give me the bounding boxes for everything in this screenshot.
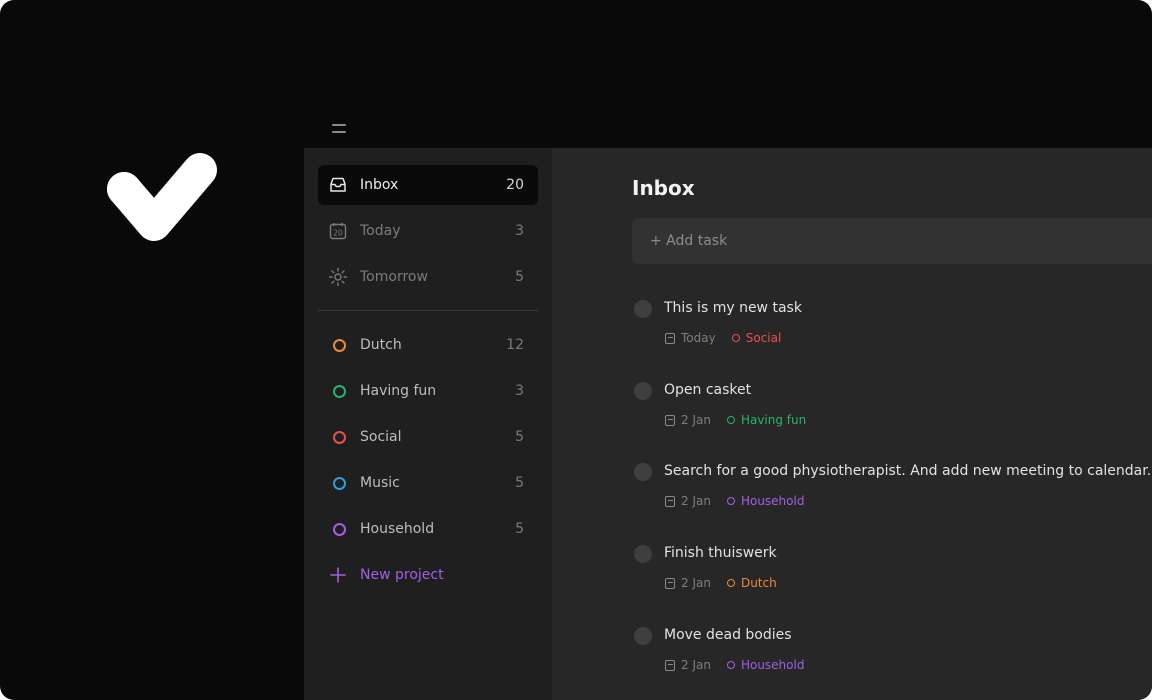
project-color-icon xyxy=(333,431,346,444)
project-tag-icon xyxy=(726,661,735,669)
task-project-tag[interactable]: Having fun xyxy=(741,413,806,427)
project-label: Social xyxy=(360,429,402,445)
task-checkbox[interactable] xyxy=(634,300,652,318)
sidebar: Inbox 20 20 Today 3 Tomorrow 5 Dutch 12 … xyxy=(304,148,552,700)
task-title[interactable]: Open casket xyxy=(664,382,751,398)
project-tag-icon xyxy=(726,579,735,587)
sidebar-project-music[interactable]: Music 5 xyxy=(318,463,538,503)
page-title: Inbox xyxy=(632,176,695,200)
task-project-tag[interactable]: Household xyxy=(741,658,805,672)
task-date: Today xyxy=(681,331,716,345)
project-label: Household xyxy=(360,521,435,537)
new-project-label: New project xyxy=(360,567,444,583)
project-label: Dutch xyxy=(360,337,402,353)
menu-toggle-button[interactable] xyxy=(326,118,352,140)
project-count: 3 xyxy=(515,383,524,399)
sidebar-project-social[interactable]: Social 5 xyxy=(318,417,538,457)
task-item: Finish thuiswerk 2 Jan Dutch xyxy=(632,545,1152,605)
task-item: Open casket 2 Jan Having fun xyxy=(632,382,1152,442)
task-title[interactable]: This is my new task xyxy=(664,300,802,316)
main-content: Inbox This is my new task Today Social O… xyxy=(552,148,1152,700)
app-frame: Inbox 20 20 Today 3 Tomorrow 5 Dutch 12 … xyxy=(0,0,1152,700)
task-item: Search for a good physiotherapist. And a… xyxy=(632,463,1152,523)
task-meta: 2 Jan Household xyxy=(665,494,804,508)
sidebar-item-count: 20 xyxy=(506,177,524,193)
task-meta: 2 Jan Dutch xyxy=(665,576,777,590)
sidebar-item-today[interactable]: 20 Today 3 xyxy=(318,211,538,251)
project-label: Music xyxy=(360,475,400,491)
calendar-today-icon: 20 xyxy=(329,223,347,240)
add-task-input[interactable] xyxy=(632,218,1152,264)
task-item: Move dead bodies 2 Jan Household xyxy=(632,627,1152,687)
sidebar-item-inbox[interactable]: Inbox 20 xyxy=(318,165,538,205)
task-meta: 2 Jan Having fun xyxy=(665,413,806,427)
project-count: 5 xyxy=(515,475,524,491)
task-checkbox[interactable] xyxy=(634,382,652,400)
task-project-tag[interactable]: Social xyxy=(746,331,782,345)
sun-icon xyxy=(328,267,348,287)
sidebar-item-tomorrow[interactable]: Tomorrow 5 xyxy=(318,257,538,297)
calendar-day-number: 20 xyxy=(333,229,343,238)
plus-icon xyxy=(330,567,346,583)
task-project-tag[interactable]: Dutch xyxy=(741,576,777,590)
project-color-icon xyxy=(333,523,346,536)
project-tag-icon xyxy=(726,497,735,505)
task-meta: 2 Jan Household xyxy=(665,658,804,672)
menu-icon xyxy=(332,124,346,126)
task-title[interactable]: Search for a good physiotherapist. And a… xyxy=(664,463,1151,479)
calendar-icon xyxy=(665,495,675,507)
calendar-icon xyxy=(665,332,675,344)
task-checkbox[interactable] xyxy=(634,463,652,481)
project-tag-icon xyxy=(726,416,735,424)
task-date: 2 Jan xyxy=(681,413,711,427)
calendar-icon xyxy=(665,577,675,589)
task-date: 2 Jan xyxy=(681,658,711,672)
project-count: 12 xyxy=(506,337,524,353)
sidebar-project-dutch[interactable]: Dutch 12 xyxy=(318,325,538,365)
sidebar-divider xyxy=(318,310,538,311)
task-checkbox[interactable] xyxy=(634,627,652,645)
project-label: Having fun xyxy=(360,383,437,399)
app-logo-icon xyxy=(107,153,217,241)
sidebar-project-having-fun[interactable]: Having fun 3 xyxy=(318,371,538,411)
task-title[interactable]: Finish thuiswerk xyxy=(664,545,777,561)
task-title[interactable]: Move dead bodies xyxy=(664,627,792,643)
sidebar-item-label: Today xyxy=(360,223,401,239)
task-meta: Today Social xyxy=(665,331,781,345)
project-count: 5 xyxy=(515,521,524,537)
sidebar-item-count: 3 xyxy=(515,223,524,239)
inbox-icon xyxy=(330,177,346,192)
task-checkbox[interactable] xyxy=(634,545,652,563)
sidebar-item-count: 5 xyxy=(515,269,524,285)
sidebar-project-household[interactable]: Household 5 xyxy=(318,509,538,549)
menu-icon-line xyxy=(332,131,346,133)
sidebar-item-label: Tomorrow xyxy=(360,269,428,285)
task-date: 2 Jan xyxy=(681,576,711,590)
project-color-icon xyxy=(333,477,346,490)
add-task-field[interactable] xyxy=(632,218,1152,264)
project-tag-icon xyxy=(731,334,740,342)
project-color-icon xyxy=(333,339,346,352)
task-project-tag[interactable]: Household xyxy=(741,494,805,508)
task-date: 2 Jan xyxy=(681,494,711,508)
calendar-icon xyxy=(665,414,675,426)
task-item: This is my new task Today Social xyxy=(632,300,1152,360)
new-project-button[interactable]: New project xyxy=(318,555,538,595)
sidebar-item-label: Inbox xyxy=(360,177,399,193)
project-count: 5 xyxy=(515,429,524,445)
project-color-icon xyxy=(333,385,346,398)
calendar-icon xyxy=(665,659,675,671)
